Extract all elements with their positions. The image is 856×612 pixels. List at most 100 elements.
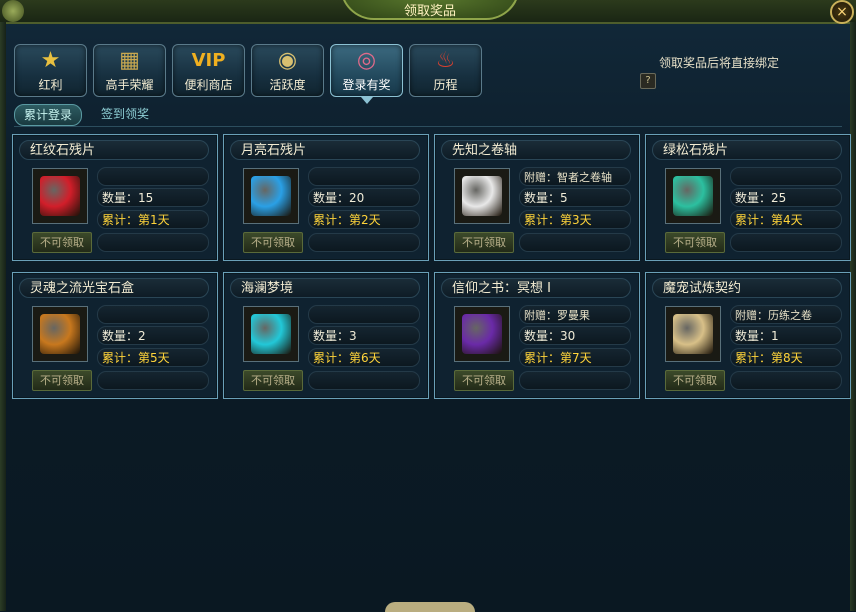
reward-name: 绿松石残片: [652, 140, 842, 160]
quantity-row: 数量：5: [519, 188, 631, 207]
day-row: 累计：第4天: [730, 210, 842, 229]
tab-vip[interactable]: VIP 便利商店: [172, 44, 245, 97]
reward-name: 月亮石残片: [230, 140, 420, 160]
ring-icon: ◎: [356, 48, 377, 73]
gift-row: 附赠：历练之卷: [730, 305, 842, 324]
reward-icon-slot[interactable]: [454, 306, 510, 362]
empty-row: [308, 371, 420, 390]
reward-icon-slot[interactable]: [32, 306, 88, 362]
tab-label: 红利: [38, 78, 63, 92]
empty-row: [97, 371, 209, 390]
help-icon[interactable]: ?: [640, 73, 656, 89]
empty-row: [97, 233, 209, 252]
star-arrow-icon: ★: [40, 48, 61, 73]
cocktail-glass-icon: [251, 314, 291, 354]
day-row: 累计：第5天: [97, 348, 209, 367]
reward-icon-slot[interactable]: [32, 168, 88, 224]
day-row: 累计：第7天: [519, 348, 631, 367]
tab-label: 便利商店: [184, 78, 233, 92]
reward-name: 魔宠试炼契约: [652, 278, 842, 298]
scroll-icon: [462, 176, 502, 216]
quantity-row: 数量：20: [308, 188, 420, 207]
gift-row: [308, 167, 420, 186]
sub-tabs: 累计登录 签到领奖: [14, 102, 842, 127]
claim-button[interactable]: 不可领取: [454, 370, 514, 391]
title-plate: 领取奖品: [340, 0, 520, 20]
tab-label: 登录有奖: [342, 78, 391, 92]
reward-name: 信仰之书：冥想 Ⅰ: [441, 278, 631, 298]
tab-label: 高手荣耀: [105, 78, 154, 92]
main-tabs: ★ 红利 ▦ 高手荣耀 VIP 便利商店 ◉ 活跃度 ◎ 登录有奖 ♨ 历程: [14, 44, 482, 104]
bind-notice: 领取奖品后将直接绑定: [659, 56, 780, 70]
trophy-box-icon: ▦: [119, 48, 140, 73]
reward-card: 信仰之书：冥想 Ⅰ 不可领取 附赠：罗曼果 数量：30 累计：第7天: [434, 272, 640, 399]
frame-side-left: [0, 22, 6, 611]
subtab-signin-reward[interactable]: 签到领奖: [92, 104, 158, 124]
reward-icon-slot[interactable]: [665, 168, 721, 224]
reward-card: 灵魂之流光宝石盒不可领取 数量：2 累计：第5天: [12, 272, 218, 399]
reward-icon-slot[interactable]: [665, 306, 721, 362]
empty-row: [519, 233, 631, 252]
parchment-icon: [673, 314, 713, 354]
gift-row: [730, 167, 842, 186]
quantity-row: 数量：25: [730, 188, 842, 207]
gift-row: 附赠：罗曼果: [519, 305, 631, 324]
day-row: 累计：第1天: [97, 210, 209, 229]
tab-label: 历程: [433, 78, 458, 92]
reward-name: 先知之卷轴: [441, 140, 631, 160]
reward-name: 海澜梦境: [230, 278, 420, 298]
empty-row: [730, 371, 842, 390]
reward-icon-slot[interactable]: [454, 168, 510, 224]
close-icon[interactable]: ×: [830, 0, 854, 24]
reward-card: 绿松石残片不可领取 数量：25 累计：第4天: [645, 134, 851, 261]
reward-card: 先知之卷轴不可领取 附赠：智者之卷轴 数量：5 累计：第3天: [434, 134, 640, 261]
quantity-row: 数量：30: [519, 326, 631, 345]
claim-button[interactable]: 不可领取: [32, 232, 92, 253]
blue-gem-icon: [251, 176, 291, 216]
gift-row: 附赠：智者之卷轴: [519, 167, 631, 186]
gift-row: [97, 167, 209, 186]
claim-button[interactable]: 不可领取: [665, 232, 725, 253]
quantity-row: 数量：2: [97, 326, 209, 345]
reward-card: 魔宠试炼契约 不可领取 附赠：历练之卷 数量：1 累计：第8天: [645, 272, 851, 399]
claim-button[interactable]: 不可领取: [665, 370, 725, 391]
window-title: 领取奖品: [403, 4, 456, 19]
tab-star-arrow[interactable]: ★ 红利: [14, 44, 87, 97]
claim-button[interactable]: 不可领取: [32, 370, 92, 391]
vip-icon: VIP: [191, 50, 226, 71]
claim-button[interactable]: 不可领取: [454, 232, 514, 253]
tab-potion[interactable]: ♨ 历程: [409, 44, 482, 97]
day-row: 累计：第3天: [519, 210, 631, 229]
reward-icon-slot[interactable]: [243, 306, 299, 362]
gift-row: [97, 305, 209, 324]
gift-row: [308, 305, 420, 324]
claim-button[interactable]: 不可领取: [243, 232, 303, 253]
tab-trophy-box[interactable]: ▦ 高手荣耀: [93, 44, 166, 97]
tab-label: 活跃度: [269, 78, 306, 92]
reward-card: 红纹石残片不可领取 数量：15 累计：第1天: [12, 134, 218, 261]
reward-card: 月亮石残片不可领取 数量：20 累计：第2天: [223, 134, 429, 261]
empty-row: [730, 233, 842, 252]
claim-button[interactable]: 不可领取: [243, 370, 303, 391]
quantity-row: 数量：15: [97, 188, 209, 207]
subtab-cumulative-login[interactable]: 累计登录: [14, 104, 83, 126]
potion-icon: ♨: [435, 48, 456, 73]
reward-name: 灵魂之流光宝石盒: [19, 278, 209, 298]
purple-book-icon: [462, 314, 502, 354]
reward-card: 海澜梦境不可领取 数量：3 累计：第6天: [223, 272, 429, 399]
empty-row: [519, 371, 631, 390]
tab-eye[interactable]: ◉ 活跃度: [251, 44, 324, 97]
day-row: 累计：第2天: [308, 210, 420, 229]
reward-name: 红纹石残片: [19, 140, 209, 160]
game-window: 领取奖品 × ★ 红利 ▦ 高手荣耀 VIP 便利商店 ◉ 活跃度 ◎ 登录有奖 ♨ 历程 领取奖品后…: [0, 0, 856, 612]
day-row: 累计：第8天: [730, 348, 842, 367]
green-gem-icon: [673, 176, 713, 216]
tab-ring[interactable]: ◎ 登录有奖: [330, 44, 403, 104]
quantity-row: 数量：3: [308, 326, 420, 345]
eye-icon: ◉: [277, 48, 298, 73]
empty-row: [308, 233, 420, 252]
corner-ornament-left: [2, 0, 24, 22]
day-row: 累计：第6天: [308, 348, 420, 367]
reward-icon-slot[interactable]: [243, 168, 299, 224]
red-gem-icon: [40, 176, 80, 216]
